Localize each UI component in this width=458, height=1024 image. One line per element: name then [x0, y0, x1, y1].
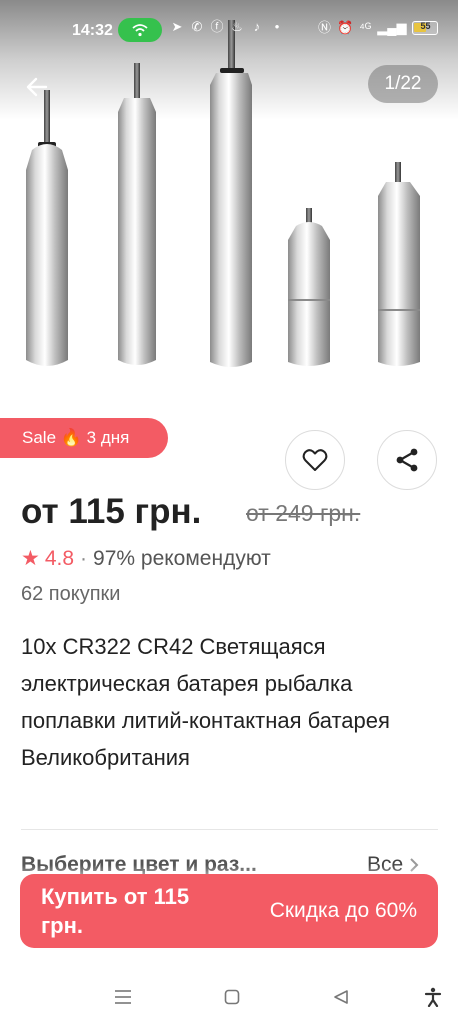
- recommend-text: 97% рекомендуют: [93, 546, 271, 570]
- telegram-icon: ➤: [171, 19, 183, 34]
- sale-duration: 3 дня: [86, 428, 130, 447]
- share-button[interactable]: [377, 430, 437, 490]
- menu-icon: [115, 990, 131, 1004]
- image-counter: 1/22: [368, 65, 438, 103]
- fire-icon: ♨: [231, 19, 243, 34]
- accessibility-icon: [424, 987, 442, 1007]
- back-button[interactable]: [20, 70, 54, 104]
- buy-label: Купить от 115 грн.: [41, 884, 190, 938]
- signal-bars-icon: ▂▄▆: [377, 20, 407, 35]
- divider: [21, 829, 438, 830]
- price-current: от 115 грн.: [21, 492, 202, 531]
- status-bar: 14:32 ➤ ✆ ⓕ ♨ ♪ • Ⓝ ⏰ ⁴ᴳ ▂▄▆ 55: [0, 0, 458, 62]
- home-nav-button[interactable]: [217, 982, 247, 1012]
- heart-icon: [302, 449, 328, 471]
- alarm-icon: ⏰: [337, 20, 354, 35]
- discount-label: Скидка до 60%: [269, 899, 417, 922]
- tiktok-icon: ♪: [253, 19, 261, 34]
- facebook-icon: ⓕ: [210, 19, 224, 34]
- menu-nav-button[interactable]: [108, 982, 138, 1012]
- triangle-back-icon: [334, 990, 348, 1004]
- buy-button[interactable]: Купить от 115 грн. Скидка до 60%: [20, 874, 438, 948]
- sale-label: Sale: [22, 428, 57, 447]
- system-nav-bar: [0, 970, 458, 1024]
- status-time: 14:32: [72, 22, 113, 39]
- battery-level: 55: [420, 21, 431, 31]
- home-square-icon: [224, 989, 240, 1005]
- share-icon: [396, 448, 418, 472]
- fire-icon: 🔥: [60, 428, 82, 447]
- favorite-button[interactable]: [285, 430, 345, 490]
- rating-row[interactable]: ★ 4.8 · 97% рекомендуют: [21, 546, 271, 571]
- dot-icon: •: [274, 19, 280, 34]
- product-title: 10x CR322 CR42 Светящаяся электрическая …: [21, 634, 390, 770]
- price-old: от 249 грн.: [246, 500, 361, 526]
- back-nav-button[interactable]: [326, 982, 356, 1012]
- nfc-icon: Ⓝ: [318, 20, 332, 35]
- sale-badge: Sale 🔥 3 дня: [0, 418, 168, 458]
- star-icon: ★: [21, 547, 40, 570]
- battery-icon: 55: [412, 21, 439, 35]
- wifi-hotspot-icon: [118, 18, 162, 42]
- rating-value: 4.8: [44, 546, 75, 570]
- rating-separator: ·: [80, 546, 88, 570]
- purchases-count: 62 покупки: [21, 583, 121, 605]
- viber-icon: ✆: [191, 19, 203, 34]
- accessibility-button[interactable]: [418, 982, 448, 1012]
- arrow-left-icon: [26, 77, 48, 97]
- signal-4g-icon: ⁴ᴳ: [359, 20, 372, 35]
